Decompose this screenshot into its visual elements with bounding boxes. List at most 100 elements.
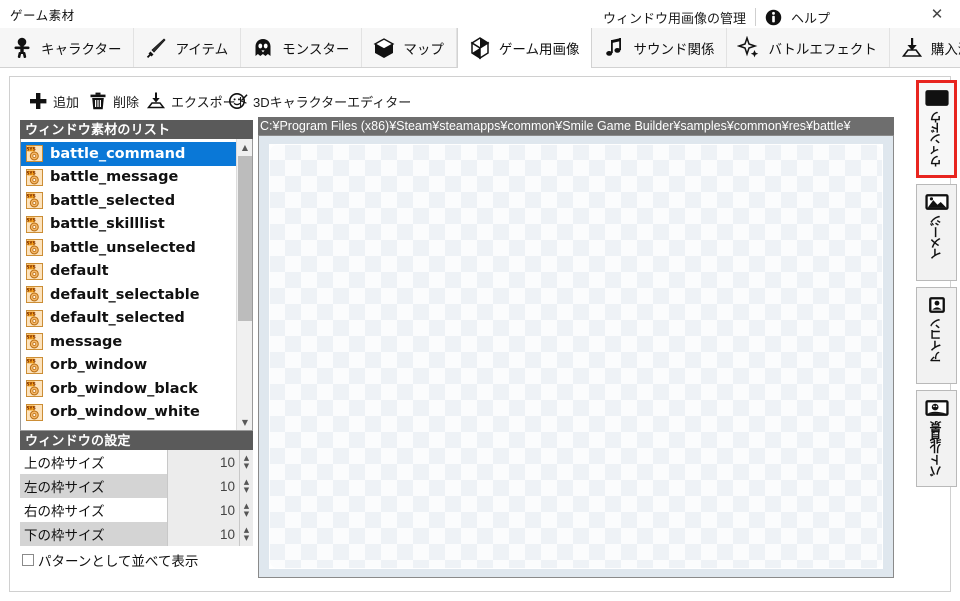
list-item[interactable]: SYS default_selected xyxy=(21,307,236,331)
tab-purchased-dlc[interactable]: 購入済みDLC xyxy=(889,28,960,68)
close-icon[interactable]: ✕ xyxy=(914,0,960,28)
side-tab-battle-background[interactable]: バトル背景 xyxy=(916,390,957,487)
trash-icon xyxy=(90,92,106,110)
sys-material-icon: SYS xyxy=(26,145,43,163)
manage-window-images-link[interactable]: ウィンドウ用画像の管理 xyxy=(603,8,746,27)
open-box-icon xyxy=(470,37,490,60)
side-tab-icon[interactable]: アイコン xyxy=(916,287,957,384)
character-icon xyxy=(14,37,30,59)
icon-badge-icon xyxy=(928,297,945,313)
list-item-label: battle_message xyxy=(50,169,179,186)
side-tab-label: ウィンドウ xyxy=(929,112,943,167)
face-edit-icon xyxy=(229,93,248,109)
list-item[interactable]: SYS message xyxy=(21,330,236,354)
preview-right-edge xyxy=(883,136,893,577)
scrollbar-thumb[interactable] xyxy=(238,156,252,321)
list-item[interactable]: SYS battle_message xyxy=(21,166,236,190)
sys-material-icon: SYS xyxy=(26,239,43,257)
material-list[interactable]: SYS battle_command SYS battle_message SYS bat… xyxy=(20,139,253,431)
sys-material-icon: SYS xyxy=(26,380,43,398)
tab-game-image[interactable]: ゲーム用画像 xyxy=(456,28,593,69)
battle-background-icon xyxy=(924,400,949,416)
spinner-up-icon[interactable]: ▲ xyxy=(244,502,249,510)
tab-character[interactable]: キャラクター xyxy=(0,28,135,68)
scroll-up-icon[interactable]: ▲ xyxy=(237,139,252,155)
spinner-up-icon[interactable]: ▲ xyxy=(244,526,249,534)
side-tab-label: バトル背景 xyxy=(929,422,943,477)
tab-battle-effect[interactable]: バトルエフェクト xyxy=(727,28,890,68)
3d-editor-label: 3Dキャラクターエディター xyxy=(253,94,412,110)
side-tab-label: イメージ xyxy=(929,216,943,260)
list-item[interactable]: SYS default xyxy=(21,260,236,284)
help-link[interactable]: ヘルプ xyxy=(791,8,830,27)
settings-row-value[interactable]: 10 xyxy=(167,450,239,474)
settings-grid: 上の枠サイズ 10 ▲ ▼ 左の枠サイズ 10 ▲ ▼ 右の枠サイズ 10 ▲ ▼ 下の枠サイズ 10 ▲ ▼ xyxy=(20,450,253,546)
list-item[interactable]: SYS battle_unselected xyxy=(21,236,236,260)
toolbar-right-group: ウィンドウ用画像の管理 ヘルプ xyxy=(603,4,830,30)
preview-top-edge xyxy=(259,136,893,144)
list-item-label: message xyxy=(50,333,123,350)
list-item[interactable]: SYS orb_window xyxy=(21,354,236,378)
tab-label: 購入済みDLC xyxy=(930,42,960,57)
tile-pattern-checkbox-row[interactable]: パターンとして並べて表示 xyxy=(22,550,198,570)
tile-pattern-checkbox[interactable] xyxy=(22,554,34,566)
music-note-icon xyxy=(606,38,622,56)
3d-character-editor-button[interactable]: 3Dキャラクターエディター xyxy=(228,88,411,114)
tab-label: バトルエフェクト xyxy=(768,42,877,57)
add-button[interactable]: 追加 xyxy=(28,88,79,114)
list-item[interactable]: SYS battle_selected xyxy=(21,189,236,213)
spinner-down-icon[interactable]: ▼ xyxy=(244,462,249,470)
settings-row-value[interactable]: 10 xyxy=(167,498,239,522)
settings-row: 左の枠サイズ 10 ▲ ▼ xyxy=(20,474,253,498)
tab-label: サウンド関係 xyxy=(633,42,715,57)
tab-label: モンスター xyxy=(282,42,350,57)
side-tab-image[interactable]: イメージ xyxy=(916,184,957,281)
list-item[interactable]: SYS battle_skilllist xyxy=(21,213,236,237)
tile-pattern-label: パターンとして並べて表示 xyxy=(38,554,199,569)
spinner-stepper[interactable]: ▲ ▼ xyxy=(239,522,253,546)
tab-label: ゲーム用画像 xyxy=(498,42,580,57)
sword-item-icon xyxy=(147,38,167,58)
tab-sound[interactable]: サウンド関係 xyxy=(592,28,728,68)
spinner-down-icon[interactable]: ▼ xyxy=(244,534,249,542)
settings-row-label: 下の枠サイズ xyxy=(24,528,105,543)
transparency-checkerboard xyxy=(269,144,883,569)
tab-map[interactable]: マップ xyxy=(362,28,457,68)
map-book-icon xyxy=(373,38,395,58)
tab-item[interactable]: アイテム xyxy=(134,28,242,68)
spinner-down-icon[interactable]: ▼ xyxy=(244,486,249,494)
sys-material-icon: SYS xyxy=(26,286,43,304)
sys-material-icon: SYS xyxy=(26,262,43,280)
list-item[interactable]: SYS default_selectable xyxy=(21,283,236,307)
preview-left-edge xyxy=(259,136,269,577)
delete-button[interactable]: 削除 xyxy=(88,88,139,114)
download-tray-icon xyxy=(901,38,922,57)
scroll-down-icon[interactable]: ▼ xyxy=(237,414,252,430)
spinner-stepper[interactable]: ▲ ▼ xyxy=(239,498,253,522)
spinner-stepper[interactable]: ▲ ▼ xyxy=(239,450,253,474)
file-path-bar: C:¥Program Files (x86)¥Steam¥steamapps¥c… xyxy=(258,117,894,135)
info-icon[interactable] xyxy=(765,9,782,26)
spinner-stepper[interactable]: ▲ ▼ xyxy=(239,474,253,498)
material-list-scrollbar[interactable]: ▲ ▼ xyxy=(236,139,252,430)
window-black-icon xyxy=(924,90,949,106)
settings-row-value[interactable]: 10 xyxy=(167,522,239,546)
spinner-up-icon[interactable]: ▲ xyxy=(244,454,249,462)
spinner-up-icon[interactable]: ▲ xyxy=(244,478,249,486)
spinner-down-icon[interactable]: ▼ xyxy=(244,510,249,518)
settings-row: 右の枠サイズ 10 ▲ ▼ xyxy=(20,498,253,522)
list-item[interactable]: SYS battle_command xyxy=(21,142,236,166)
side-tab-window[interactable]: ウィンドウ xyxy=(916,80,957,178)
settings-row: 上の枠サイズ 10 ▲ ▼ xyxy=(20,450,253,474)
list-item-label: default xyxy=(50,263,109,280)
preview-area[interactable] xyxy=(258,135,894,578)
list-item-label: battle_selected xyxy=(50,192,176,209)
sys-material-icon: SYS xyxy=(26,309,43,327)
settings-header: ウィンドウの設定 xyxy=(20,431,253,450)
sparkle-star-icon xyxy=(737,36,759,58)
settings-row-value[interactable]: 10 xyxy=(167,474,239,498)
tab-label: アイテム xyxy=(175,42,229,57)
list-item[interactable]: SYS orb_window_black xyxy=(21,377,236,401)
tab-monster[interactable]: モンスター xyxy=(241,28,363,68)
list-item[interactable]: SYS orb_window_white xyxy=(21,401,236,425)
